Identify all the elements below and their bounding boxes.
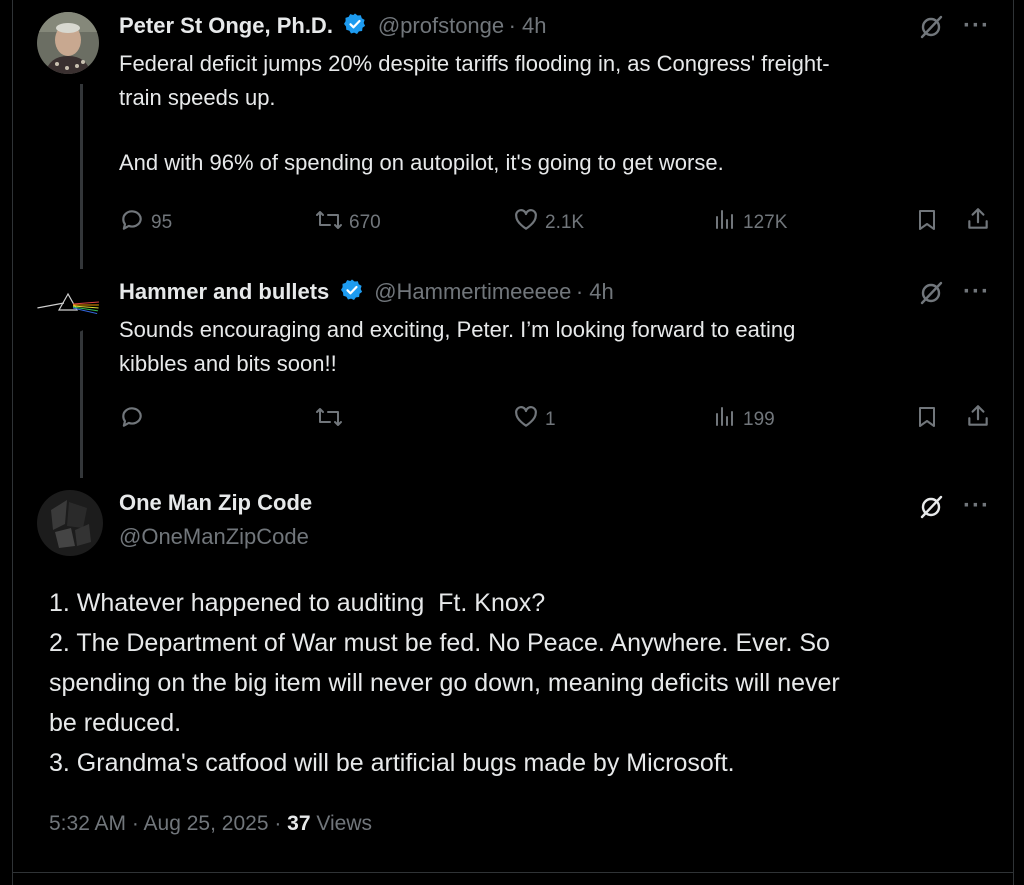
heart-icon [513, 404, 539, 436]
tweet-text-line: spending on the big item will never go d… [49, 669, 840, 697]
tweet-text-line: be reduced. [49, 709, 182, 737]
more-options-icon[interactable]: ··· [963, 278, 990, 306]
reply-button[interactable] [119, 404, 151, 436]
bookmark-button[interactable] [915, 404, 939, 436]
like-button[interactable]: 2.1K [513, 207, 584, 239]
author-name[interactable]: One Man Zip Code [119, 490, 312, 516]
grok-icon[interactable] [918, 14, 944, 45]
bookmark-icon [915, 404, 939, 436]
bookmark-button[interactable] [915, 207, 939, 239]
share-icon [965, 206, 991, 238]
like-button[interactable]: 1 [513, 404, 556, 436]
repost-button[interactable]: 670 [315, 207, 381, 239]
repost-count: 670 [349, 212, 381, 233]
tweet-text-line: Sounds encouraging and exciting, Peter. … [119, 317, 796, 342]
conversation-frame: Peter St Onge, Ph.D. @profstonge · 4h ··… [12, 0, 1014, 885]
avatar[interactable] [37, 272, 99, 334]
more-options-icon[interactable]: ··· [963, 12, 990, 40]
more-options-icon[interactable]: ··· [963, 492, 990, 520]
author-handle[interactable]: @profstonge [378, 13, 504, 38]
reply-button[interactable]: 95 [119, 207, 172, 239]
grok-icon[interactable] [918, 494, 944, 525]
reply-count: 95 [151, 212, 173, 233]
author-handle[interactable]: @Hammertimeeeee [374, 279, 571, 304]
tweet-text-line: kibbles and bits soon!! [119, 351, 337, 376]
tweet-text: Sounds encouraging and exciting, Peter. … [119, 313, 795, 381]
tweet-text: 1. Whatever happened to auditing Ft. Kno… [49, 583, 1009, 783]
divider [13, 872, 1013, 873]
thread-line [80, 84, 83, 269]
author-name[interactable]: Hammer and bullets [119, 279, 329, 304]
tweet-text: Federal deficit jumps 20% despite tariff… [119, 47, 830, 180]
grok-icon[interactable] [918, 280, 944, 311]
tweet-header: Hammer and bullets @Hammertimeeeee · 4h [119, 278, 614, 307]
tweet-text-line: train speeds up. [119, 85, 276, 110]
bookmark-icon [915, 207, 939, 239]
like-count: 1 [545, 409, 556, 430]
thread-line [80, 330, 83, 478]
views-label: Views [310, 812, 373, 835]
views-count: 127K [743, 212, 788, 233]
tweet-time[interactable]: · 4h [576, 279, 614, 304]
tweet-text-line: Federal deficit jumps 20% despite tariff… [119, 51, 830, 76]
repost-button[interactable] [315, 404, 349, 436]
views-button[interactable]: 199 [713, 404, 775, 436]
tweet-text-line: 1. Whatever happened to auditing Ft. Kno… [49, 589, 546, 617]
tweet-text-line: And with 96% of spending on autopilot, i… [119, 150, 724, 175]
like-count: 2.1K [545, 212, 585, 233]
views-button[interactable]: 127K [713, 207, 787, 239]
tweet-time[interactable]: · 4h [509, 13, 547, 38]
verified-badge-icon [343, 12, 367, 41]
avatar[interactable] [37, 12, 99, 74]
share-button[interactable] [965, 206, 991, 238]
tweet-header: One Man Zip Code @OneManZipCode [119, 490, 312, 550]
analytics-icon [713, 207, 737, 239]
author-handle[interactable]: @OneManZipCode [119, 524, 312, 550]
tweet-header: Peter St Onge, Ph.D. @profstonge · 4h [119, 12, 547, 41]
share-button[interactable] [965, 403, 991, 435]
author-name[interactable]: Peter St Onge, Ph.D. [119, 13, 333, 38]
heart-icon [513, 207, 539, 239]
repost-icon [315, 404, 343, 436]
tweet-meta: 5:32 AM · Aug 25, 2025 · 37 Views [49, 812, 372, 836]
reply-icon [119, 404, 145, 436]
verified-badge-icon [340, 278, 364, 307]
tweet-timestamp[interactable]: 5:32 AM · Aug 25, 2025 · [49, 812, 287, 835]
analytics-icon [713, 404, 737, 436]
share-icon [965, 403, 991, 435]
repost-icon [315, 207, 343, 239]
avatar[interactable] [37, 490, 103, 556]
tweet-text-line: 3. Grandma's catfood will be artificial … [49, 749, 735, 777]
tweet-text-line: 2. The Department of War must be fed. No… [49, 629, 830, 657]
views-count: 37 [287, 812, 311, 835]
reply-icon [119, 207, 145, 239]
views-count: 199 [743, 409, 775, 430]
